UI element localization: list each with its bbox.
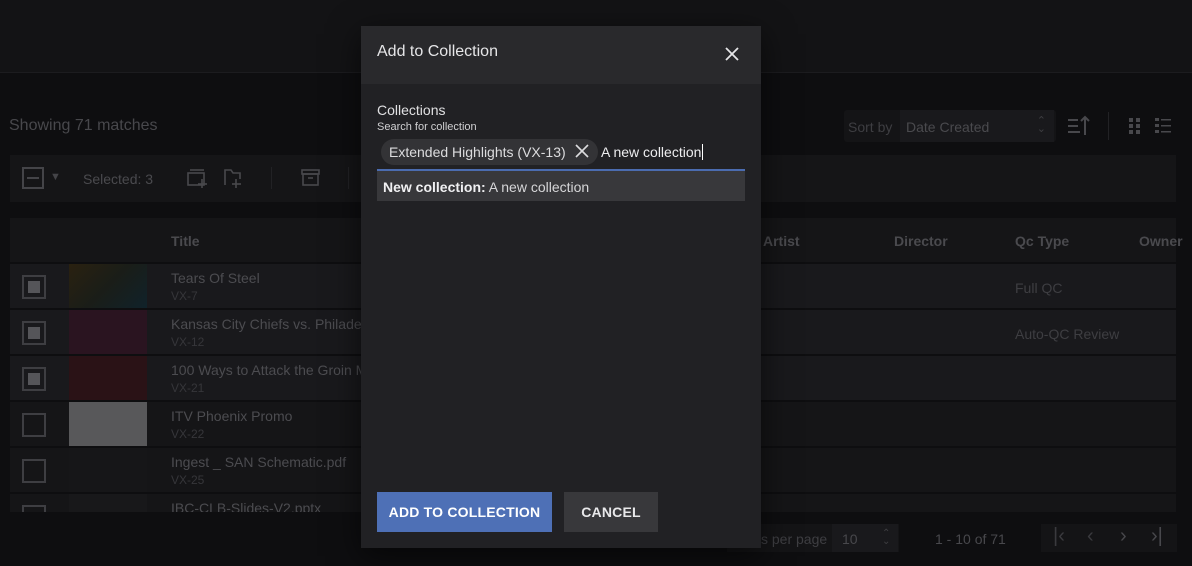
chip-label: Extended Highlights (VX-13) [389,144,566,160]
collection-search-input[interactable]: A new collection [601,144,704,160]
thumbnail [69,448,147,492]
rows-per-page-label: s per page [761,531,828,547]
first-page-icon[interactable]: |‹ [1053,525,1065,548]
row-id: VX-12 [171,335,205,349]
thumbnail [69,264,147,308]
collections-hint: Search for collection [377,121,477,133]
add-folder-icon[interactable] [222,167,244,189]
dialog-header: Add to Collection [361,26,761,84]
chevron-updown-icon: ⌃ ⌄ [1036,115,1046,135]
list-view-icon[interactable] [1154,117,1172,135]
suggestion-value: A new collection [485,179,590,195]
row-checkbox[interactable] [22,459,46,483]
grid-view-icon[interactable] [1127,117,1143,135]
row-qc-type: Auto-QC Review [1015,326,1120,342]
sort-value[interactable]: Date Created ⌃ ⌄ [900,110,1054,142]
row-title: Tears Of Steel [171,270,260,286]
row-checkbox[interactable] [22,505,46,512]
archive-icon[interactable] [300,167,322,189]
row-id: VX-22 [171,427,205,441]
next-page-icon[interactable]: › [1120,525,1127,548]
column-title[interactable]: Title [171,233,200,249]
match-count: Showing 71 matches [9,117,158,134]
divider [271,167,272,189]
cancel-button[interactable]: CANCEL [564,492,658,532]
column-owner[interactable]: Owner [1139,233,1183,249]
column-qc-type[interactable]: Qc Type [1015,233,1069,249]
dialog-title: Add to Collection [377,43,498,60]
thumbnail [69,494,147,512]
selected-count: Selected: 3 [83,171,154,187]
row-id: VX-7 [171,289,198,303]
new-collection-suggestion[interactable]: New collection: A new collection [377,171,745,201]
previous-page-icon[interactable]: ‹ [1087,525,1094,548]
collection-chip[interactable]: Extended Highlights (VX-13) [381,139,598,165]
row-title: Kansas City Chiefs vs. Philadel [171,316,365,332]
row-title: 100 Ways to Attack the Groin M [171,362,368,378]
sort-label: Sort by [848,119,893,135]
row-title: IBC-CLB-Slides-V2.pptx [171,500,322,512]
pagination-controls: |‹ ‹ › ›| [1041,524,1177,552]
row-checkbox[interactable] [22,367,46,391]
remove-chip-icon[interactable] [574,143,590,159]
row-title: ITV Phoenix Promo [171,408,293,424]
close-icon[interactable] [721,43,743,65]
sort-ascending-icon[interactable] [1066,114,1092,138]
divider [1108,112,1109,140]
page-range: 1 - 10 of 71 [935,531,1006,547]
collections-label: Collections [377,102,446,118]
add-to-collection-button[interactable]: ADD TO COLLECTION [377,492,552,532]
suggestion-prefix: New collection: [383,179,486,195]
column-director[interactable]: Director [894,233,948,249]
sort-value-text: Date Created [906,119,990,135]
row-checkbox[interactable] [22,413,46,437]
thumbnail [69,402,147,446]
row-checkbox[interactable] [22,275,46,299]
last-page-icon[interactable]: ›| [1151,525,1163,548]
add-to-collection-dialog: Add to Collection Collections Search for… [361,26,761,548]
divider [348,167,349,189]
select-all-checkbox[interactable] [22,167,44,189]
thumbnail [69,310,147,354]
row-id: VX-25 [171,473,205,487]
row-qc-type: Full QC [1015,280,1063,296]
rows-per-page-select[interactable]: 10 ⌃ ⌄ [832,524,898,552]
row-checkbox[interactable] [22,321,46,345]
caret-down-icon[interactable]: ▼ [50,171,61,183]
sort-select[interactable]: Sort by Date Created ⌃ ⌄ [844,110,1056,142]
column-artist[interactable]: Artist [763,233,800,249]
rows-per-page-value: 10 [842,531,858,547]
row-title: Ingest _ SAN Schematic.pdf [171,454,347,470]
chevron-updown-icon: ⌃ ⌄ [882,528,891,547]
row-id: VX-21 [171,381,205,395]
thumbnail [69,356,147,400]
add-to-collection-icon[interactable] [186,167,208,189]
